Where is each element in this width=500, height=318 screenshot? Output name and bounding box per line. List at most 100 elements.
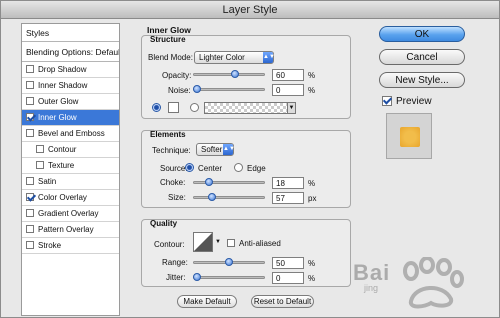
- style-item-color-overlay[interactable]: Color Overlay: [22, 190, 119, 206]
- new-style-button[interactable]: New Style...: [379, 72, 465, 88]
- anti-aliased-checkbox[interactable]: Anti-aliased: [227, 238, 281, 248]
- watermark-subtext: jing: [364, 283, 379, 293]
- styles-header[interactable]: Styles: [22, 24, 119, 42]
- preview-swatch: [400, 127, 420, 147]
- style-item-outer-glow[interactable]: Outer Glow: [22, 94, 119, 110]
- opacity-slider-knob[interactable]: [231, 70, 240, 78]
- style-item-bevel-and-emboss[interactable]: Bevel and Emboss: [22, 126, 119, 142]
- jitter-slider[interactable]: [193, 273, 265, 281]
- preview-checkbox[interactable]: [382, 95, 396, 107]
- size-slider-knob[interactable]: [207, 193, 216, 201]
- technique-value: Softer: [201, 145, 223, 154]
- make-default-button[interactable]: Make Default: [177, 295, 237, 308]
- choke-slider-knob[interactable]: [204, 178, 213, 186]
- technique-label: Technique:: [152, 146, 191, 155]
- range-slider[interactable]: [193, 258, 265, 266]
- blend-mode-select[interactable]: Lighter Color ▲▼: [194, 51, 275, 64]
- gradient-fill-radio[interactable]: [190, 103, 199, 112]
- style-item-gradient-overlay[interactable]: Gradient Overlay: [22, 206, 119, 222]
- opacity-slider[interactable]: [193, 70, 265, 78]
- style-item-label: Satin: [38, 177, 57, 186]
- contour-curve-icon: [194, 233, 212, 251]
- style-item-checkbox[interactable]: [26, 240, 34, 249]
- paw-watermark-icon: [403, 257, 464, 309]
- quality-group: Quality Contour: ▼ Anti-aliased Range: 5…: [141, 219, 351, 287]
- style-item-label: Pattern Overlay: [38, 225, 94, 234]
- style-item-label: Color Overlay: [38, 193, 87, 202]
- contour-label: Contour:: [154, 240, 185, 249]
- opacity-label: Opacity:: [162, 71, 192, 80]
- noise-slider[interactable]: [193, 85, 265, 93]
- style-item-checkbox[interactable]: [36, 144, 44, 153]
- style-item-label: Drop Shadow: [38, 65, 87, 74]
- preview-check[interactable]: [382, 95, 392, 106]
- style-item-checkbox[interactable]: [26, 64, 34, 73]
- style-item-checkbox[interactable]: [26, 176, 34, 185]
- style-item-label: Contour: [48, 145, 77, 154]
- blending-options-item[interactable]: Blending Options: Default: [22, 42, 119, 62]
- style-item-inner-glow[interactable]: Inner Glow: [22, 110, 119, 126]
- color-fill-radio[interactable]: [152, 103, 161, 112]
- style-item-checkbox[interactable]: [26, 96, 34, 105]
- range-slider-knob[interactable]: [225, 258, 233, 266]
- opacity-unit: %: [308, 71, 316, 80]
- range-field[interactable]: 50: [272, 257, 304, 269]
- elements-title: Elements: [150, 130, 186, 139]
- structure-group: Structure Blend Mode: Lighter Color ▲▼ O…: [141, 35, 351, 119]
- source-label: Source:: [160, 164, 188, 173]
- opacity-field[interactable]: 60: [272, 69, 304, 81]
- chevron-down-icon[interactable]: ▼: [215, 239, 221, 245]
- style-item-inner-shadow[interactable]: Inner Shadow: [22, 78, 119, 94]
- chevron-updown-icon: ▲▼: [263, 52, 275, 63]
- noise-field[interactable]: 0: [272, 84, 304, 96]
- glow-gradient-picker[interactable]: ▼: [204, 102, 296, 114]
- contour-picker[interactable]: [193, 232, 213, 252]
- style-item-checkbox[interactable]: [26, 112, 34, 121]
- ok-button[interactable]: OK: [379, 26, 465, 42]
- source-center-radio[interactable]: [185, 163, 194, 172]
- style-item-checkbox[interactable]: [36, 160, 44, 169]
- style-item-label: Gradient Overlay: [38, 209, 99, 218]
- blend-mode-value: Lighter Color: [199, 53, 245, 62]
- style-item-label: Inner Shadow: [38, 81, 88, 90]
- style-item-label: Stroke: [38, 241, 62, 250]
- jitter-label: Jitter:: [166, 273, 186, 282]
- style-item-stroke[interactable]: Stroke: [22, 238, 119, 254]
- chevron-down-icon: ▼: [287, 103, 295, 113]
- style-item-satin[interactable]: Satin: [22, 174, 119, 190]
- size-label: Size:: [168, 193, 186, 202]
- cancel-button[interactable]: Cancel: [379, 49, 465, 65]
- style-item-texture[interactable]: Texture: [22, 158, 119, 174]
- choke-slider[interactable]: [193, 178, 265, 186]
- style-item-checkbox[interactable]: [26, 80, 34, 89]
- style-item-checkbox[interactable]: [26, 224, 34, 233]
- jitter-field[interactable]: 0: [272, 272, 304, 284]
- panel-title: Inner Glow: [147, 25, 191, 35]
- jitter-slider-knob[interactable]: [193, 273, 201, 281]
- noise-slider-knob[interactable]: [193, 85, 201, 93]
- reset-to-default-button[interactable]: Reset to Default: [251, 295, 314, 308]
- style-item-checkbox[interactable]: [26, 128, 34, 137]
- anti-aliased-check[interactable]: [227, 238, 235, 247]
- style-item-checkbox[interactable]: [26, 208, 34, 217]
- size-field[interactable]: 57: [272, 192, 304, 204]
- size-slider[interactable]: [193, 193, 265, 201]
- chevron-updown-icon: ▲▼: [223, 144, 235, 155]
- style-item-pattern-overlay[interactable]: Pattern Overlay: [22, 222, 119, 238]
- source-edge-label: Edge: [247, 164, 266, 173]
- technique-select[interactable]: Softer ▲▼: [196, 143, 235, 156]
- structure-title: Structure: [150, 35, 186, 44]
- preview-label: Preview: [396, 96, 432, 107]
- source-edge-radio[interactable]: [234, 163, 243, 172]
- choke-unit: %: [308, 179, 316, 188]
- choke-label: Choke:: [160, 178, 186, 187]
- anti-aliased-label: Anti-aliased: [239, 239, 281, 248]
- choke-field[interactable]: 18: [272, 177, 304, 189]
- source-center-label: Center: [198, 164, 223, 173]
- style-item-drop-shadow[interactable]: Drop Shadow: [22, 62, 119, 78]
- style-item-checkbox[interactable]: [26, 192, 34, 201]
- range-label: Range:: [162, 258, 188, 267]
- style-item-contour[interactable]: Contour: [22, 142, 119, 158]
- layer-style-dialog: Layer Style Styles Blending Options: Def…: [0, 0, 500, 318]
- glow-color-swatch[interactable]: [168, 102, 179, 113]
